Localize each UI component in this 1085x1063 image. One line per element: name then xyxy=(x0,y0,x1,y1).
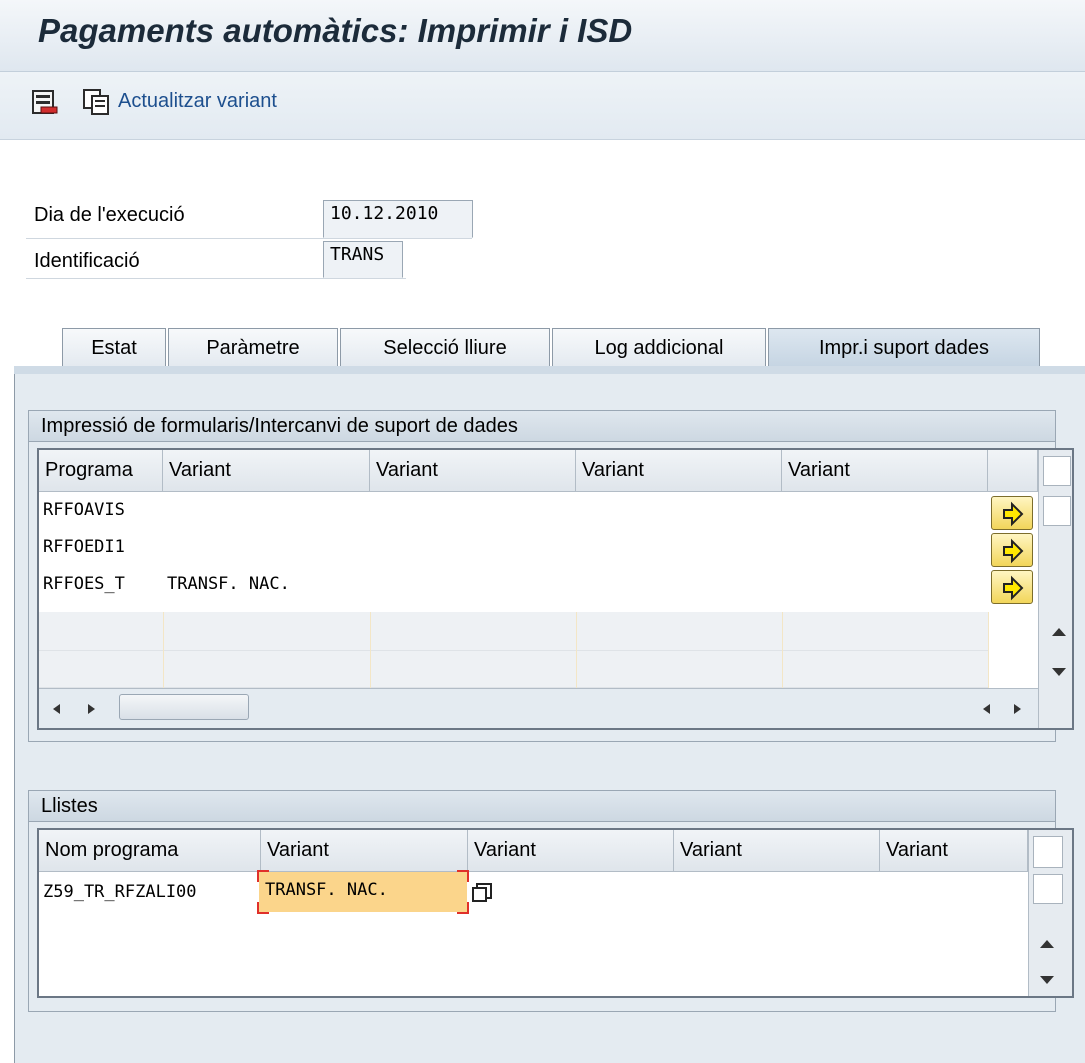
column-header-variant[interactable]: Variant xyxy=(370,450,576,492)
focus-corner xyxy=(457,902,469,914)
navigate-arrow-button[interactable] xyxy=(991,570,1033,604)
empty-row xyxy=(39,612,988,651)
scroll-right-icon[interactable] xyxy=(83,700,99,716)
column-divider xyxy=(576,612,577,688)
column-header-variant[interactable]: Variant xyxy=(674,830,880,872)
column-divider xyxy=(782,612,783,688)
scroll-down-icon[interactable] xyxy=(1049,662,1069,676)
value-help-icon[interactable] xyxy=(471,882,493,904)
column-header-programa[interactable]: Programa xyxy=(39,450,163,492)
table-cell-program: Z59_TR_RFZALI00 xyxy=(43,882,197,902)
navigate-arrow-button[interactable] xyxy=(991,496,1033,530)
scroll-right-icon[interactable] xyxy=(1009,700,1025,716)
scroll-up-icon[interactable] xyxy=(1049,622,1069,636)
scroll-left-icon[interactable] xyxy=(49,700,65,716)
vertical-scrollbar[interactable] xyxy=(1038,450,1072,728)
scroll-down-icon[interactable] xyxy=(1037,970,1057,984)
focus-corner xyxy=(257,902,269,914)
variant-input-field[interactable]: TRANSF. NAC. xyxy=(259,872,467,912)
column-settings-button[interactable] xyxy=(1043,456,1071,486)
table-cell-program: RFFOEDI1 xyxy=(43,537,125,557)
navigate-arrow-button[interactable] xyxy=(991,533,1033,567)
column-header-variant[interactable]: Variant xyxy=(261,830,468,872)
focus-corner xyxy=(257,870,269,882)
save-variant-icon[interactable] xyxy=(32,90,58,116)
empty-row xyxy=(39,651,988,688)
tab-strip-bottom xyxy=(14,366,1085,374)
column-header-nom-programa[interactable]: Nom programa xyxy=(39,830,261,872)
tab-log-addicional[interactable]: Log addicional xyxy=(552,328,766,366)
column-divider xyxy=(370,612,371,688)
scrollbar-thumb[interactable] xyxy=(1043,496,1071,526)
column-header-variant[interactable]: Variant xyxy=(782,450,988,492)
column-settings-button[interactable] xyxy=(1033,836,1063,868)
scroll-left-icon[interactable] xyxy=(979,700,995,716)
forms-table: Programa Variant Variant Variant Variant… xyxy=(37,448,1074,730)
column-header-variant[interactable]: Variant xyxy=(576,450,782,492)
column-divider xyxy=(988,612,989,688)
column-divider xyxy=(163,612,164,688)
execution-day-field[interactable]: 10.12.2010 xyxy=(323,200,473,238)
identification-label: Identificació xyxy=(34,250,140,272)
scroll-up-icon[interactable] xyxy=(1037,934,1057,948)
table-cell-program: RFFOAVIS xyxy=(43,500,125,520)
column-header-variant[interactable]: Variant xyxy=(163,450,370,492)
lists-group-title: Llistes xyxy=(28,790,1056,822)
forms-group-title: Impressió de formularis/Intercanvi de su… xyxy=(28,410,1056,442)
field-underline xyxy=(26,278,406,279)
lists-table: Nom programa Variant Variant Variant Var… xyxy=(37,828,1074,998)
table-cell-variant[interactable]: TRANSF. NAC. xyxy=(163,566,370,603)
window-title: Pagaments automàtics: Imprimir i ISD xyxy=(38,12,633,49)
identification-field[interactable]: TRANS xyxy=(323,241,403,278)
focus-corner xyxy=(457,870,469,882)
column-header-variant[interactable]: Variant xyxy=(468,830,674,872)
tab-parametre[interactable]: Paràmetre xyxy=(168,328,338,366)
copy-variant-icon[interactable] xyxy=(82,88,112,116)
horizontal-scroll-thumb[interactable] xyxy=(119,694,249,720)
table-cell-program: RFFOES_T xyxy=(43,574,125,594)
tab-seleccio-lliure[interactable]: Selecció lliure xyxy=(340,328,550,366)
column-header-blank xyxy=(988,450,1038,492)
update-variant-button[interactable]: Actualitzar variant xyxy=(118,90,277,113)
tab-estat[interactable]: Estat xyxy=(62,328,166,366)
scrollbar-thumb[interactable] xyxy=(1033,874,1063,904)
column-header-variant[interactable]: Variant xyxy=(880,830,1028,872)
execution-day-label: Dia de l'execució xyxy=(34,204,185,226)
field-underline xyxy=(26,238,472,239)
tab-impr-suport-dades[interactable]: Impr.i suport dades xyxy=(768,328,1040,366)
